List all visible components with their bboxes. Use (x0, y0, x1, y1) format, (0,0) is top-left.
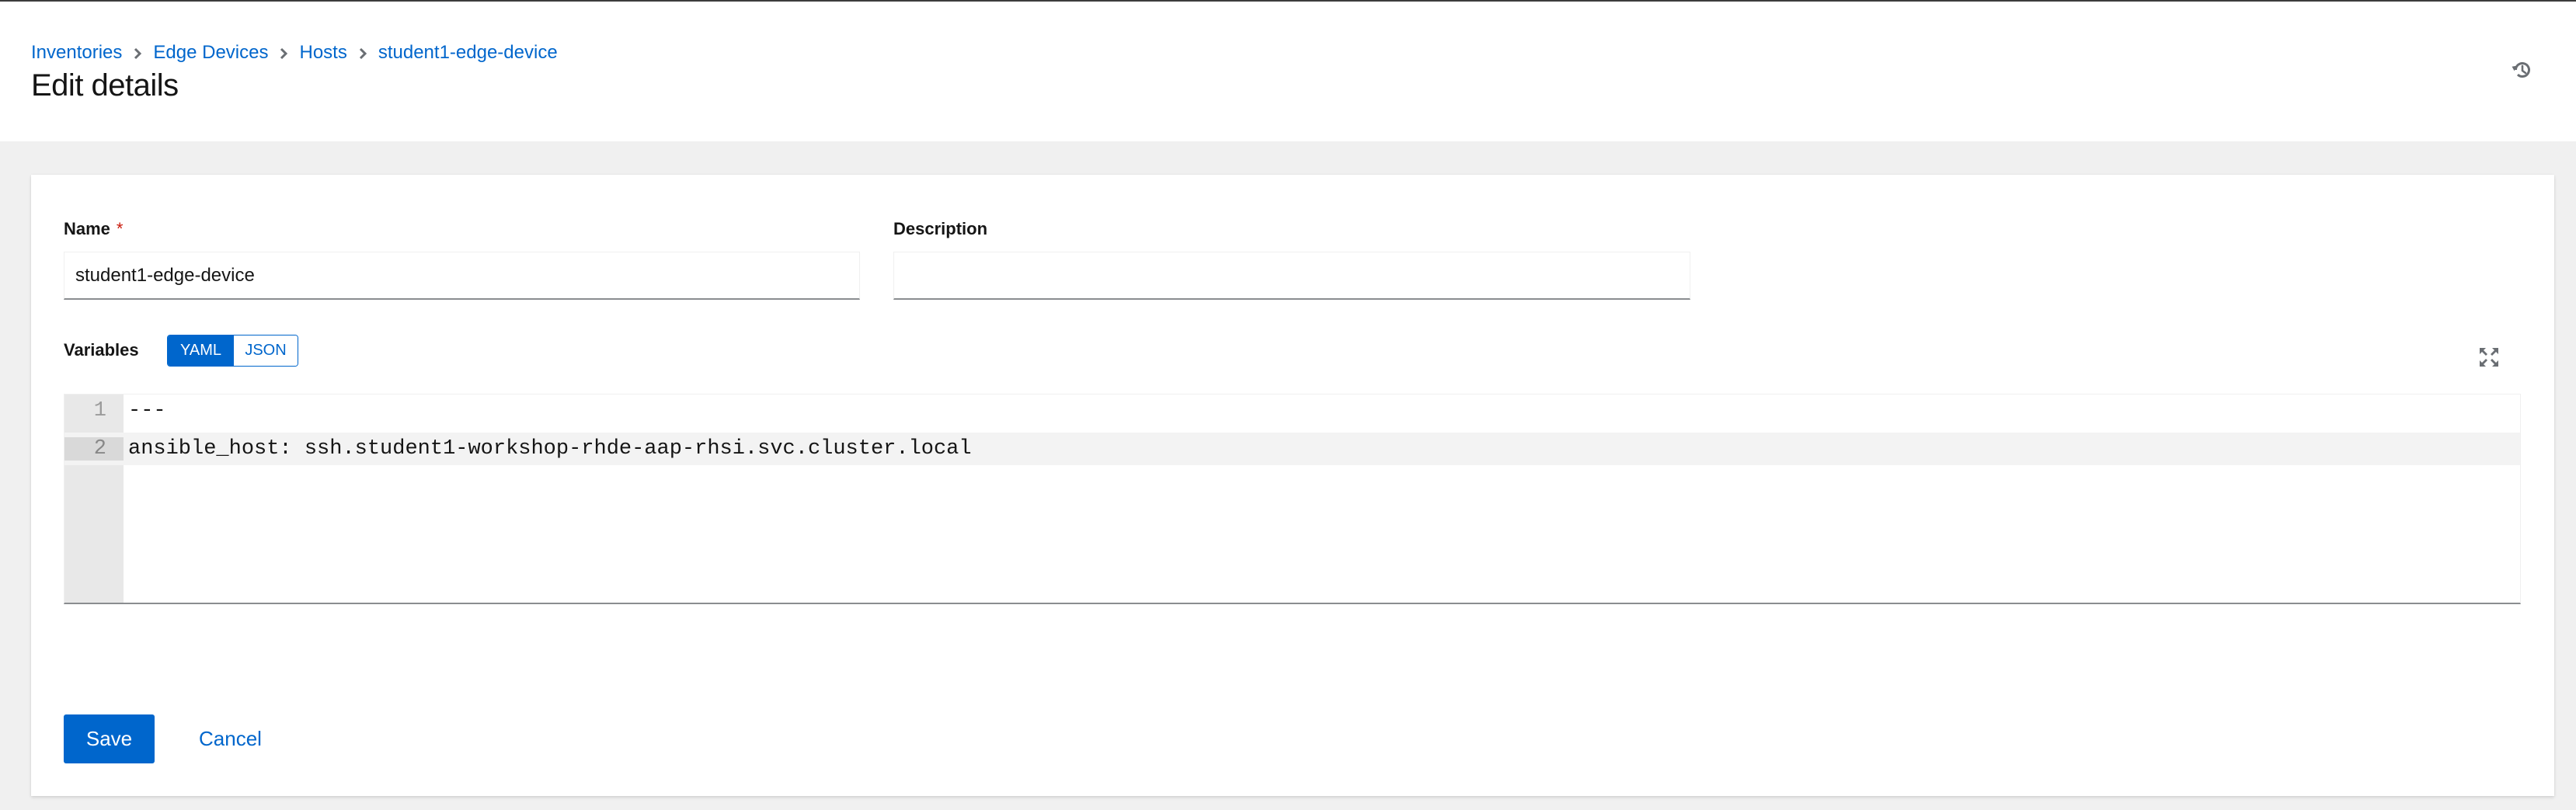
history-button[interactable] (2508, 57, 2536, 85)
chevron-right-icon (122, 43, 153, 63)
name-input[interactable] (64, 252, 860, 300)
variables-code-editor[interactable]: 1 --- 2 ansible_host: ssh.student1-works… (64, 394, 2521, 604)
save-button[interactable]: Save (64, 714, 155, 763)
breadcrumb-host[interactable]: student1-edge-device (378, 42, 558, 64)
history-icon (2511, 59, 2532, 85)
expand-editor-button[interactable] (2478, 346, 2500, 368)
name-label-text: Name (64, 219, 110, 238)
toggle-yaml[interactable]: YAML (168, 335, 234, 366)
page-header: Inventories Edge Devices Hosts student1-… (0, 2, 2576, 141)
description-input[interactable] (893, 252, 1690, 300)
toggle-json[interactable]: JSON (234, 335, 298, 366)
page-title: Edit details (31, 68, 179, 103)
line-text: --- (128, 399, 166, 422)
breadcrumb-hosts[interactable]: Hosts (299, 42, 346, 64)
required-indicator: * (116, 219, 124, 238)
line-number: 1 (93, 399, 106, 422)
line-number: 2 (64, 437, 124, 461)
cancel-button[interactable]: Cancel (186, 714, 274, 763)
name-label: Name * (64, 219, 123, 239)
breadcrumb-inventories[interactable]: Inventories (31, 42, 122, 64)
variables-label: Variables (64, 340, 139, 360)
breadcrumb: Inventories Edge Devices Hosts student1-… (31, 40, 558, 65)
code-line-active: 2 ansible_host: ssh.student1-workshop-rh… (64, 433, 2520, 465)
description-label: Description (893, 219, 988, 238)
chevron-right-icon (347, 43, 378, 63)
code-line: 1 --- (64, 395, 2520, 427)
line-text: ansible_host: ssh.student1-workshop-rhde… (128, 437, 972, 461)
edit-form-card: Name * Description Variables YAML JSON 1 … (31, 175, 2554, 796)
variables-format-toggle: YAML JSON (167, 335, 298, 367)
expand-icon (2478, 348, 2500, 371)
breadcrumb-edge-devices[interactable]: Edge Devices (153, 42, 268, 64)
chevron-right-icon (268, 43, 299, 63)
